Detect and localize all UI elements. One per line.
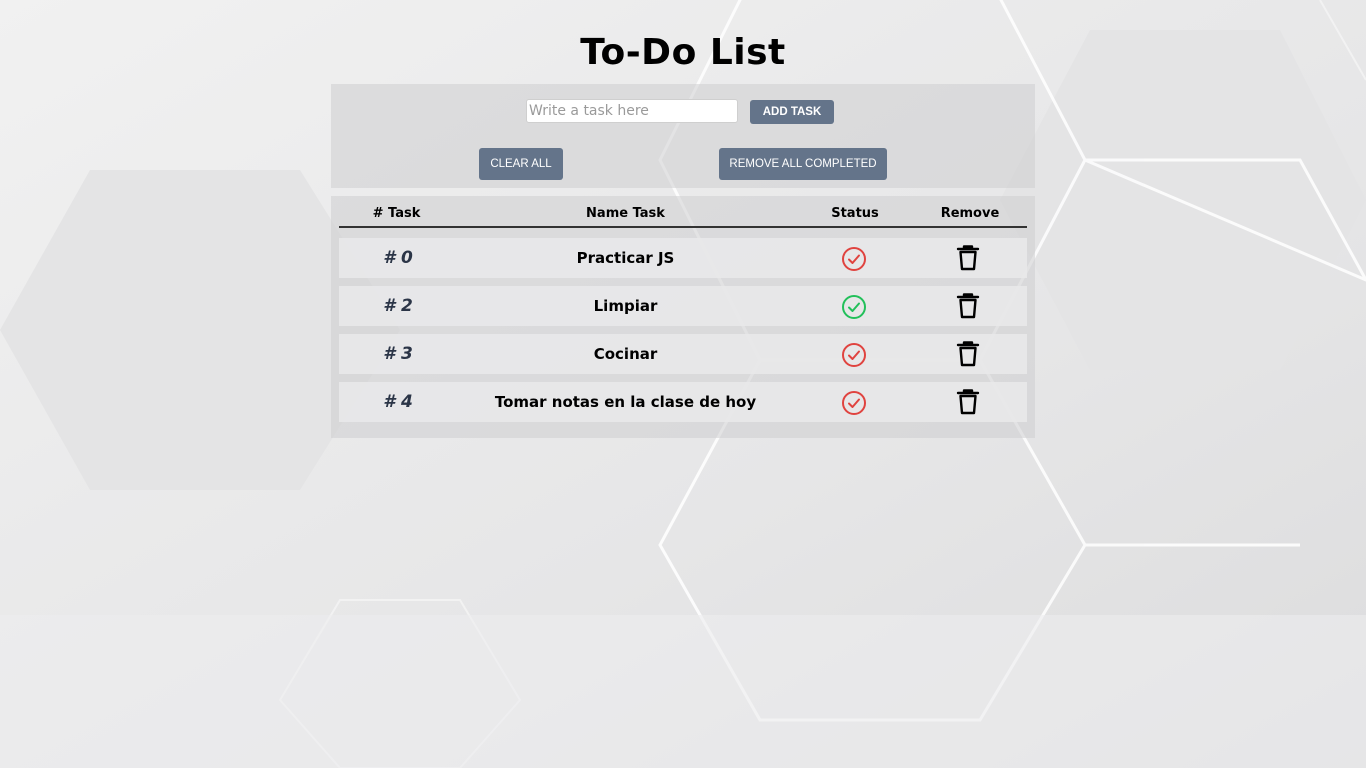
header-remove: Remove — [940, 206, 1000, 221]
check-circle-icon[interactable] — [841, 246, 867, 272]
task-row: # 0 Practicar JS — [339, 238, 1027, 278]
task-table: # Task Name Task Status Remove # 0 Pract… — [331, 196, 1035, 438]
trash-icon[interactable] — [956, 293, 980, 319]
task-name: Tomar notas en la clase de hoy — [494, 393, 757, 411]
task-row: # 4 Tomar notas en la clase de hoy — [339, 382, 1027, 422]
task-number: # 4 — [383, 392, 413, 412]
check-circle-icon[interactable] — [841, 294, 867, 320]
remove-all-completed-button[interactable]: REMOVE ALL COMPLETED — [719, 148, 887, 180]
header-task-name: Name Task — [586, 206, 665, 221]
task-name: Cocinar — [593, 345, 658, 363]
add-task-button[interactable]: ADD TASK — [750, 100, 834, 124]
task-name: Limpiar — [593, 297, 658, 315]
clear-all-button[interactable]: CLEAR ALL — [479, 148, 563, 180]
task-name: Practicar JS — [576, 249, 675, 267]
table-header: # Task Name Task Status Remove — [339, 196, 1027, 228]
task-row: # 2 Limpiar — [339, 286, 1027, 326]
header-task-number: # Task — [372, 206, 421, 221]
trash-icon[interactable] — [956, 245, 980, 271]
todo-app: To-Do List ADD TASK CLEAR ALL REMOVE ALL… — [0, 0, 1366, 768]
task-number: # 2 — [383, 296, 413, 316]
check-circle-icon[interactable] — [841, 342, 867, 368]
page-title: To-Do List — [580, 32, 786, 73]
task-number: # 0 — [383, 248, 413, 268]
check-circle-icon[interactable] — [841, 390, 867, 416]
trash-icon[interactable] — [956, 341, 980, 367]
header-status: Status — [831, 206, 879, 221]
trash-icon[interactable] — [956, 389, 980, 415]
task-row: # 3 Cocinar — [339, 334, 1027, 374]
task-input[interactable] — [526, 99, 738, 123]
task-number: # 3 — [383, 344, 413, 364]
controls-panel: ADD TASK CLEAR ALL REMOVE ALL COMPLETED — [331, 84, 1035, 188]
